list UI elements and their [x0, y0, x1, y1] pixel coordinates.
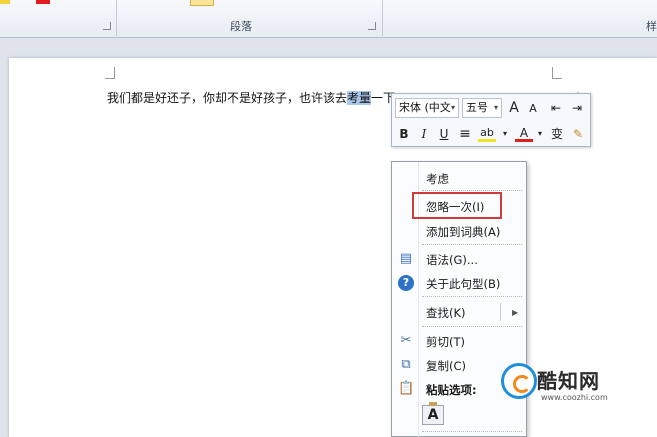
menu-separator	[422, 326, 522, 327]
font-name-combo[interactable]: 宋体 (中文 ▾	[395, 98, 459, 118]
chevron-down-icon[interactable]: ▾	[531, 125, 549, 143]
italic-button[interactable]: I	[415, 125, 433, 143]
phonetic-guide-button[interactable]: 变	[548, 125, 566, 143]
font-size-value: 五号	[466, 101, 488, 114]
margin-corner-mark	[105, 67, 115, 79]
ribbon-button-fragment[interactable]	[190, 0, 214, 6]
paragraph-group-label: 段落	[230, 20, 252, 33]
format-painter-icon[interactable]: ✎	[569, 125, 587, 143]
mini-toolbar: 宋体 (中文 ▾ 五号 ▾ A A ⇤ ⇥ B I U ≡ ab ▾ A ▾ 变 ✎	[391, 93, 591, 147]
font-color-swatch[interactable]	[36, 0, 50, 4]
copy-icon: ⧉	[401, 357, 411, 372]
watermark: 酷知网 www.coozhi.com	[497, 363, 657, 407]
chevron-down-icon: ▾	[450, 103, 455, 112]
selected-word[interactable]: 考量	[347, 91, 372, 105]
document-text-line[interactable]: 我们都是好还子，你却不是好孩子，也许该去考量一下	[107, 89, 395, 106]
watermark-title: 酷知网	[537, 369, 600, 393]
menu-item-cut[interactable]: 剪切(T)	[426, 334, 465, 350]
increase-indent-icon[interactable]: ⇥	[568, 99, 586, 117]
bold-button[interactable]: B	[395, 125, 413, 143]
menu-item-lookup[interactable]: 查找(K)	[426, 305, 466, 321]
watermark-url: www.coozhi.com	[541, 393, 608, 402]
menu-separator	[422, 244, 522, 245]
paragraph-dialog-launcher-icon[interactable]	[368, 22, 376, 30]
font-dialog-launcher-icon[interactable]	[103, 22, 111, 30]
menu-item-grammar[interactable]: 语法(G)...	[426, 252, 478, 268]
menu-item-suggestion[interactable]: 考虑	[426, 171, 449, 187]
underline-button[interactable]: U	[435, 125, 453, 143]
submenu-divider	[500, 303, 501, 321]
paste-options-label: 粘贴选项:	[426, 383, 477, 397]
menu-item-copy[interactable]: 复制(C)	[426, 358, 466, 374]
ribbon: 段落 样	[0, 0, 657, 38]
highlight-button[interactable]: ab	[478, 124, 496, 142]
menu-item-about-sentence[interactable]: 关于此句型(B)	[426, 276, 500, 292]
menu-separator	[422, 296, 522, 297]
clipboard-icon: 📋	[398, 381, 415, 396]
scissors-icon: ✂	[400, 333, 412, 348]
center-align-button[interactable]: ≡	[456, 125, 474, 143]
menu-separator	[422, 190, 522, 191]
chevron-down-icon[interactable]: ▾	[496, 125, 514, 143]
highlight-color-swatch[interactable]	[0, 0, 10, 4]
decrease-indent-icon[interactable]: ⇤	[547, 99, 565, 117]
ribbon-group-divider	[116, 0, 117, 36]
paste-keep-text-button[interactable]: A	[422, 402, 444, 425]
chevron-right-icon: ▶	[512, 308, 519, 317]
grow-font-button[interactable]: A	[505, 99, 523, 117]
text-before-selection: 我们都是好还子，你却不是好孩子，也许该去	[107, 91, 348, 105]
coozhi-logo-icon	[501, 363, 537, 399]
ribbon-group-divider	[382, 0, 383, 36]
grammar-icon: ▤	[399, 251, 413, 266]
margin-corner-mark	[552, 67, 562, 79]
help-icon: ?	[398, 275, 414, 291]
shrink-font-button[interactable]: A	[524, 100, 542, 118]
font-size-combo[interactable]: 五号 ▾	[462, 98, 502, 118]
chevron-down-icon: ▾	[493, 103, 498, 112]
menu-item-add-to-dictionary[interactable]: 添加到词典(A)	[426, 224, 500, 240]
styles-group-label: 样	[646, 20, 657, 33]
paste-keep-text-glyph: A	[427, 407, 439, 423]
font-name-value: 宋体 (中文	[399, 101, 451, 114]
menu-separator	[422, 431, 522, 432]
menu-item-ignore-once[interactable]: 忽略一次(I)	[426, 199, 484, 215]
